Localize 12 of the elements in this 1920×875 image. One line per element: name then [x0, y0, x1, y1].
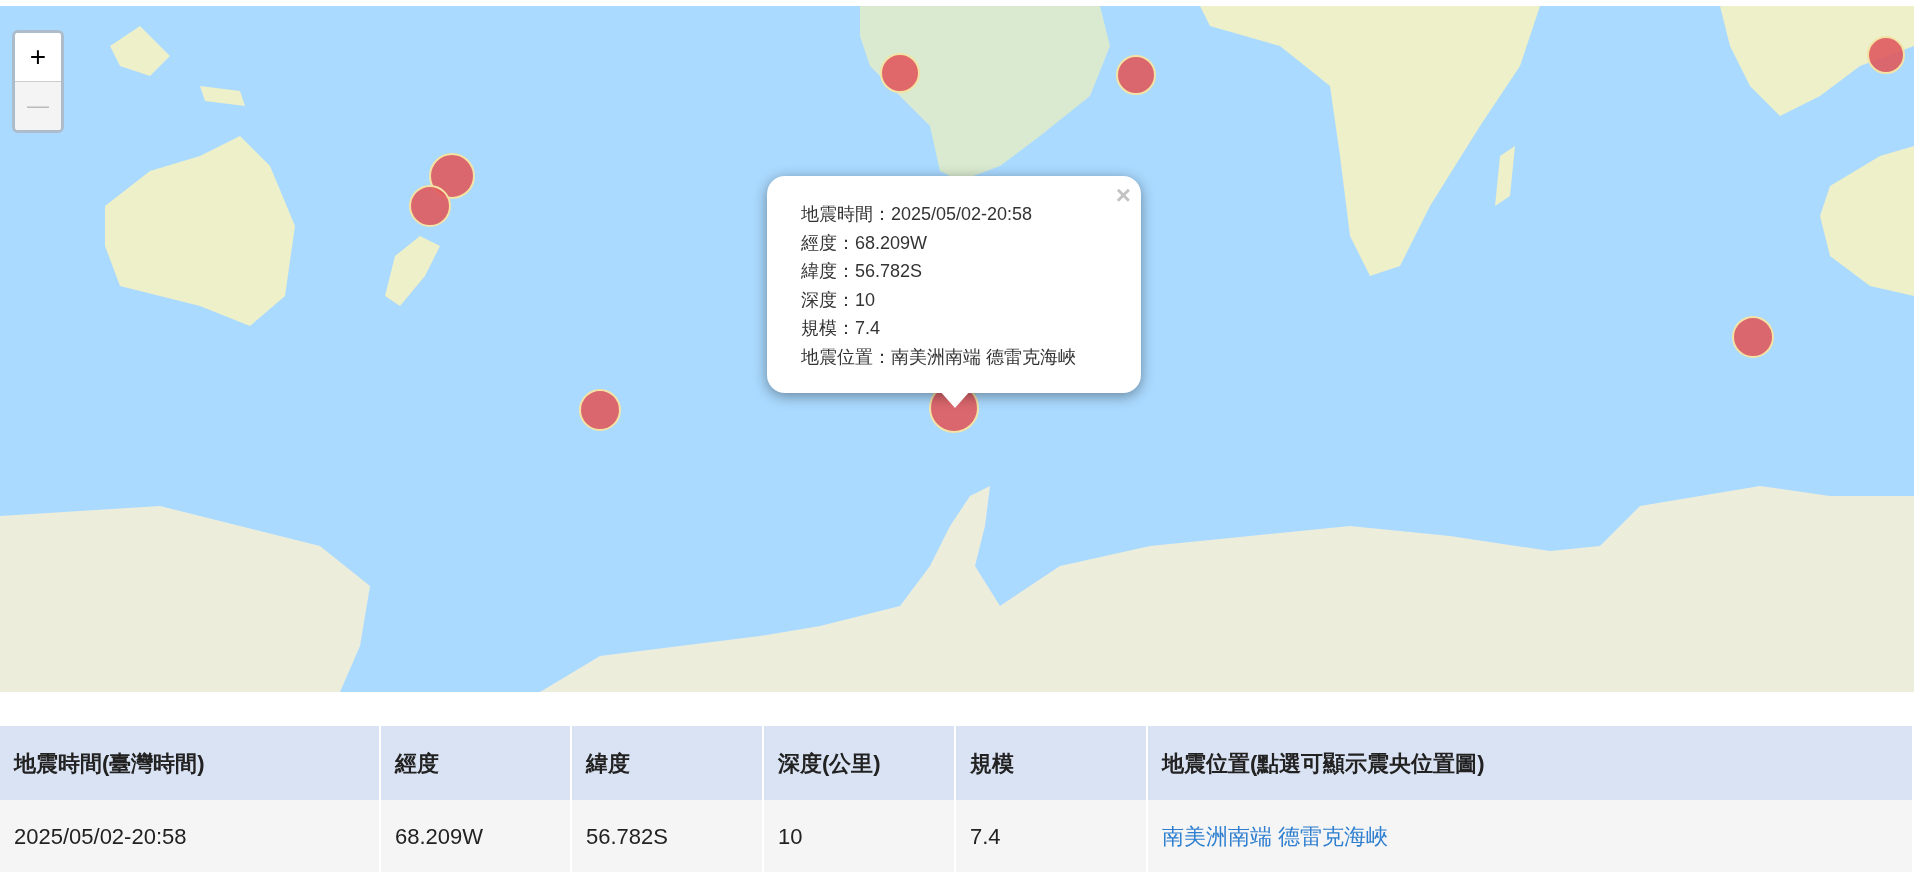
table-cell: 68.209W — [380, 800, 571, 872]
popup-text: 地震時間：2025/05/02-20:58 — [801, 203, 1034, 226]
popup-text: 緯度：56.782S — [801, 260, 924, 283]
table-cell: 10 — [763, 800, 955, 872]
popup-text: 地震位置：南美洲南端 德雷克海峽 — [801, 345, 1077, 369]
table-cell: 56.782S — [571, 800, 763, 872]
popup-text: 深度：10 — [801, 288, 877, 312]
popup-text: 規模：7.4 — [801, 317, 882, 340]
table-cell: 2025/05/02-20:58 — [0, 800, 380, 872]
popup-text: 經度：68.209W — [801, 231, 929, 255]
location-link[interactable]: 南美洲南端 德雷克海峽 — [1162, 823, 1389, 849]
table-cell: 7.4 — [955, 800, 1147, 872]
